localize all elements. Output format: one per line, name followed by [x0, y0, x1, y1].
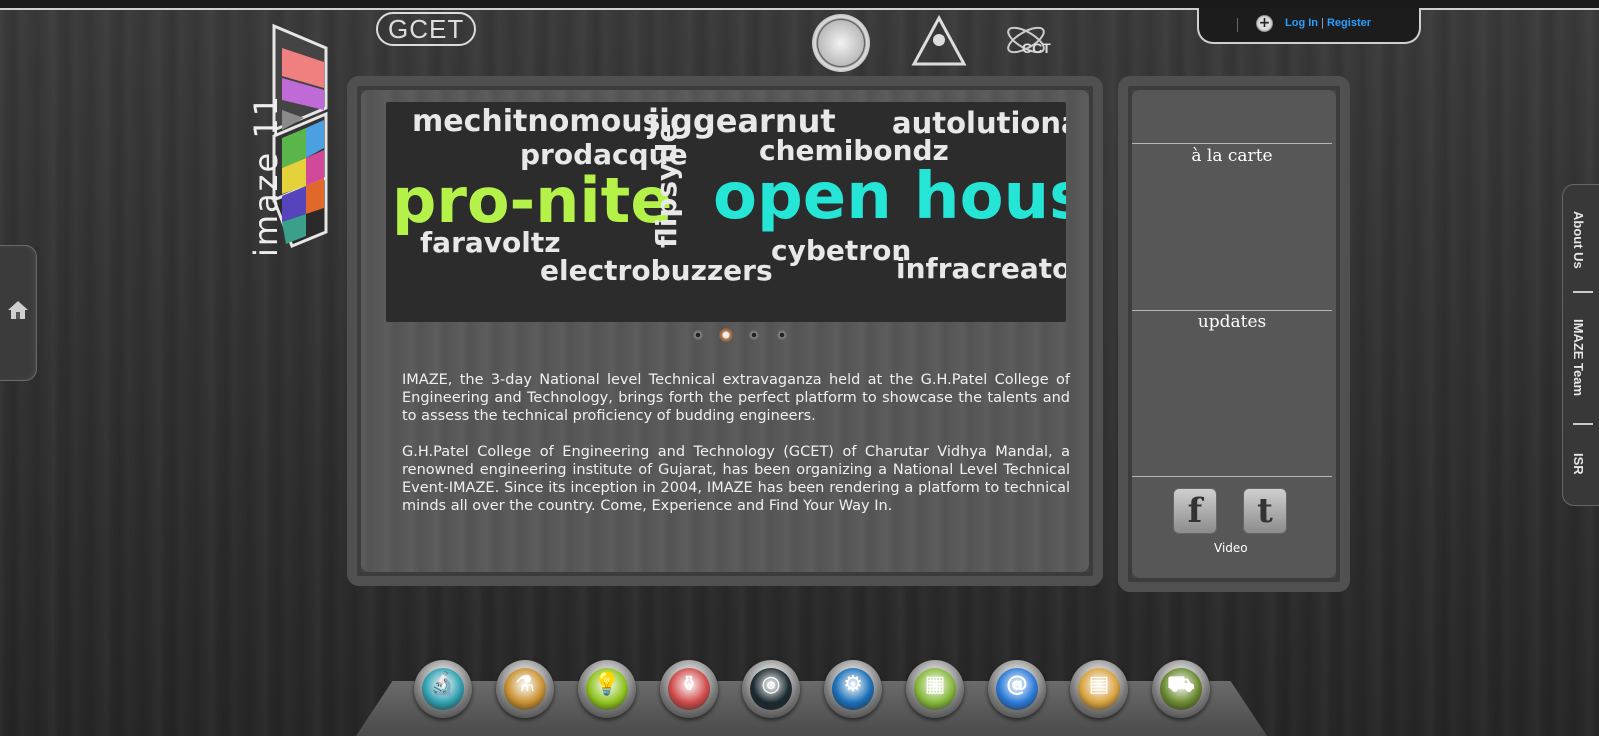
gears-icon[interactable]: ⚙ — [824, 660, 882, 718]
about-us-tab[interactable]: About Us — [1571, 211, 1586, 269]
at-sign-icon-glyph: @ — [1006, 672, 1028, 697]
right-side-tab: About Us IMAZE Team ISR — [1562, 184, 1599, 506]
adit-triangle-icon — [911, 14, 967, 66]
divider — [1132, 143, 1332, 144]
description-paragraph: IMAZE, the 3-day National level Technica… — [402, 372, 1070, 424]
banner-word: cybetron — [771, 234, 912, 267]
adit-logo[interactable] — [910, 14, 968, 72]
gcet-logo[interactable]: GCET — [376, 12, 477, 46]
divider — [1132, 310, 1332, 311]
at-sign-icon[interactable]: @ — [988, 660, 1046, 718]
twitter-icon[interactable]: t — [1243, 488, 1287, 534]
login-tab: + Log In | Register — [1197, 8, 1421, 44]
imaze-logo[interactable]: imaze 11 — [226, 18, 340, 257]
description-paragraph: G.H.Patel College of Engineering and Tec… — [402, 444, 1070, 514]
divider — [1237, 18, 1238, 32]
banner-word: infracreators — [896, 252, 1066, 285]
a-la-carte-heading[interactable]: à la carte — [1132, 146, 1332, 166]
lightbulb-icon[interactable]: 💡 — [578, 660, 636, 718]
flask-icon[interactable]: ⚗ — [496, 660, 554, 718]
jar-icon-glyph: ⚱ — [679, 672, 699, 697]
cct-logo-text: CCT — [1022, 40, 1051, 56]
dock-bar — [356, 681, 1267, 736]
link-separator: | — [1321, 17, 1324, 29]
divider — [1573, 423, 1593, 425]
slide-dot-3[interactable] — [749, 330, 759, 340]
login-link[interactable]: Log In — [1285, 17, 1318, 29]
slide-dot-2[interactable] — [719, 328, 733, 342]
banner-word: flipsyde — [650, 123, 683, 248]
imaze-wordmark: imaze 11 — [247, 93, 285, 257]
video-link[interactable]: Video — [1214, 541, 1248, 555]
jar-icon[interactable]: ⚱ — [660, 660, 718, 718]
robot-car-icon-glyph: ⛟ — [1167, 672, 1195, 697]
cct-logo[interactable]: CCT — [1004, 14, 1062, 72]
plus-circle-icon[interactable]: + — [1256, 15, 1273, 32]
banner-word-highlight: open house — [713, 160, 1066, 234]
microscope-icon[interactable]: 🔬 — [414, 660, 472, 718]
divider — [1573, 291, 1593, 293]
auth-links: Log In | Register — [1285, 17, 1371, 29]
divider — [1132, 476, 1332, 477]
isr-tab[interactable]: ISR — [1571, 453, 1586, 475]
radar-icon[interactable]: ◎ — [742, 660, 800, 718]
register-link[interactable]: Register — [1327, 17, 1371, 29]
imaze-team-tab[interactable]: IMAZE Team — [1571, 319, 1586, 396]
event-description: IMAZE, the 3-day National level Technica… — [402, 371, 1070, 533]
lightbulb-icon-glyph: 💡 — [593, 672, 621, 697]
layers-icon[interactable]: ▤ — [1070, 660, 1128, 718]
updates-heading[interactable]: updates — [1132, 312, 1332, 332]
facebook-icon[interactable]: f — [1173, 488, 1217, 534]
slide-dot-1[interactable] — [693, 330, 703, 340]
banner-word: electrobuzzers — [540, 254, 773, 287]
slide-dot-4[interactable] — [777, 330, 787, 340]
cvm-seal-logo[interactable] — [812, 14, 870, 72]
radar-icon-glyph: ◎ — [761, 672, 781, 697]
building-icon-glyph: ▦ — [924, 672, 946, 697]
home-icon[interactable] — [6, 298, 30, 322]
home-tab[interactable] — [0, 245, 37, 381]
layers-icon-glyph: ▤ — [1088, 672, 1110, 697]
event-banner[interactable]: mechitnomous jiggearnut autolutionary pr… — [386, 102, 1066, 322]
robot-car-icon[interactable]: ⛟ — [1152, 660, 1210, 718]
gcet-logo-text: GCET — [376, 12, 477, 46]
building-icon[interactable]: ▦ — [906, 660, 964, 718]
flask-icon-glyph: ⚗ — [515, 672, 535, 697]
banner-word: mechitnomous — [412, 104, 661, 139]
gears-icon-glyph: ⚙ — [843, 672, 863, 697]
microscope-icon-glyph: 🔬 — [429, 672, 457, 697]
